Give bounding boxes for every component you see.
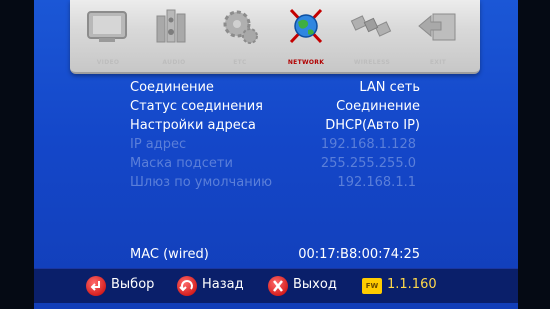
back-hint-label: Назад <box>202 277 244 292</box>
address-settings-row[interactable]: Настройки адреса DHCP(Авто IP) <box>130 118 420 136</box>
back-arrow-icon <box>177 276 197 296</box>
ip-address-label: IP адрес <box>130 137 187 152</box>
menu-item-video[interactable]: VIDEO <box>78 6 138 68</box>
satellite-icon <box>350 15 392 37</box>
subnet-mask-label: Маска подсети <box>130 156 233 171</box>
gateway-label: Шлюз по умолчанию <box>130 175 273 190</box>
mac-address-value: 00:17:B8:00:74:25 <box>298 247 420 262</box>
speakers-icon <box>156 9 186 43</box>
settings-screen: VIDEO AUDIO ETC NETWORK WIRELESS EXIT Со… <box>34 0 518 309</box>
menu-label-audio: AUDIO <box>162 59 186 66</box>
menu-item-etc[interactable]: ETC <box>210 6 270 68</box>
gateway-row: Шлюз по умолчанию 192.168.1.1 <box>130 175 420 193</box>
menu-label-exit: EXIT <box>429 59 447 66</box>
menu-item-audio[interactable]: AUDIO <box>144 6 204 68</box>
exit-arrow-icon <box>418 13 456 41</box>
exit-x-icon <box>268 276 288 296</box>
connection-row[interactable]: Соединение LAN сеть <box>130 80 420 98</box>
select-hint-label: Выбор <box>111 277 155 292</box>
gateway-value: 192.168.1.1 <box>337 175 416 190</box>
select-hint[interactable]: Выбор <box>86 276 166 296</box>
ip-address-row: IP адрес 192.168.1.128 <box>130 137 420 155</box>
connection-status-label: Статус соединения <box>130 99 263 114</box>
connection-status-row[interactable]: Статус соединения Соединение <box>130 99 420 117</box>
connection-status-value: Соединение <box>336 99 420 114</box>
mac-address-label: MAC (wired) <box>130 247 209 262</box>
enter-icon <box>86 276 106 296</box>
menu-label-etc: ETC <box>233 59 247 66</box>
firmware-version: 1.1.160 <box>387 277 437 292</box>
firmware-badge: FW <box>362 278 382 294</box>
ip-address-value: 192.168.1.128 <box>320 137 416 152</box>
settings-menu-bar: VIDEO AUDIO ETC NETWORK WIRELESS EXIT <box>70 0 480 74</box>
exit-hint-label: Выход <box>293 277 337 292</box>
menu-label-wireless: WIRELESS <box>353 59 391 66</box>
address-settings-value: DHCP(Авто IP) <box>325 118 420 133</box>
menu-item-network[interactable]: NETWORK <box>276 6 336 68</box>
globe-icon <box>289 8 323 44</box>
subnet-mask-row: Маска подсети 255.255.255.0 <box>130 156 420 174</box>
exit-hint[interactable]: Выход <box>268 276 348 296</box>
back-hint[interactable]: Назад <box>177 276 257 296</box>
connection-label: Соединение <box>130 80 214 95</box>
menu-item-exit[interactable]: EXIT <box>408 6 468 68</box>
mac-address-row: MAC (wired) 00:17:B8:00:74:25 <box>130 247 420 265</box>
subnet-mask-value: 255.255.255.0 <box>320 156 416 171</box>
address-settings-label: Настройки адреса <box>130 118 256 133</box>
gears-icon <box>223 10 258 44</box>
menu-label-video: VIDEO <box>96 59 120 66</box>
connection-value: LAN сеть <box>359 80 420 95</box>
bottom-hint-bar: Выбор Назад Выход FW 1.1.160 <box>34 268 518 303</box>
menu-item-wireless[interactable]: WIRELESS <box>342 6 402 68</box>
tv-icon <box>87 11 127 42</box>
menu-label-network: NETWORK <box>287 59 325 66</box>
